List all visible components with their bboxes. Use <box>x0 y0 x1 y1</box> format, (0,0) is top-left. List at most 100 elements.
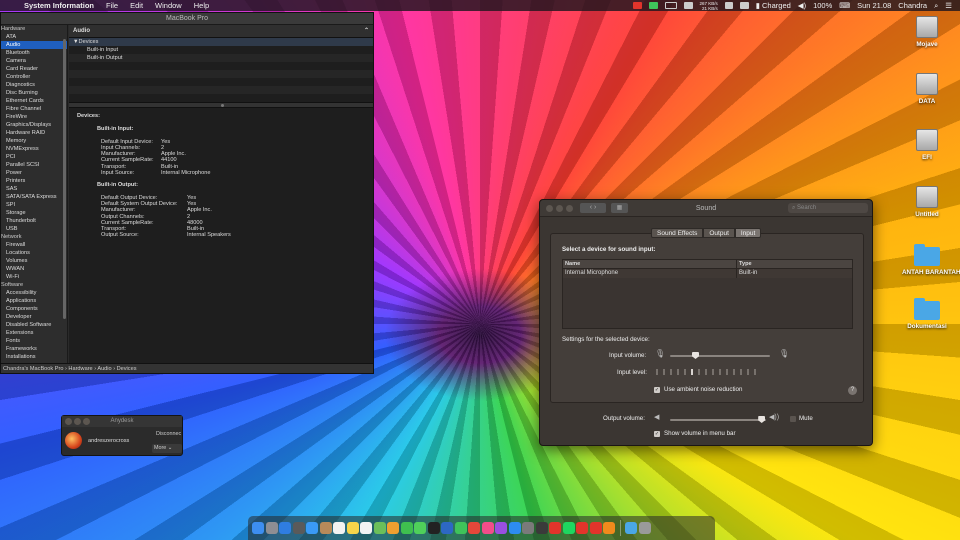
sidebar-item[interactable]: Firewall <box>1 241 67 249</box>
tab-sound-effects[interactable]: Sound Effects <box>651 228 704 238</box>
sidebar-scrollbar[interactable] <box>63 39 66 319</box>
volume-icon[interactable]: ◀) <box>798 1 806 10</box>
anydesk-3-icon[interactable] <box>589 522 602 534</box>
facetime-icon[interactable] <box>400 522 413 534</box>
sidebar-item[interactable]: FireWire <box>1 113 67 121</box>
calendar-icon[interactable] <box>333 522 345 534</box>
notification-center-icon[interactable]: ☰ <box>945 1 952 10</box>
activity-monitor-icon[interactable] <box>535 522 548 534</box>
tab-output[interactable]: Output <box>703 228 735 238</box>
show-all-grid-icon[interactable]: ▦ <box>611 203 628 213</box>
maps-icon[interactable] <box>373 522 386 534</box>
downloads-folder-icon[interactable] <box>625 522 637 534</box>
pane-splitter[interactable] <box>69 102 373 108</box>
sidebar-item[interactable]: WWAN <box>1 265 67 273</box>
contacts-icon[interactable] <box>319 522 332 534</box>
time-machine-icon[interactable] <box>683 2 693 9</box>
more-dropdown[interactable]: More ⌄ <box>152 444 182 453</box>
sidebar-category[interactable]: Software <box>1 281 67 289</box>
terminal-icon[interactable] <box>427 522 440 534</box>
chrome-icon[interactable] <box>468 522 480 534</box>
show-volume-checkbox[interactable]: ✓ <box>654 431 660 437</box>
sidebar-item[interactable]: Extensions <box>1 329 67 337</box>
launchpad-icon[interactable] <box>265 522 278 534</box>
sidebar-item[interactable]: Developer <box>1 313 67 321</box>
sidebar-item[interactable]: Card Reader <box>1 65 67 73</box>
column-name[interactable]: Name <box>563 260 737 268</box>
column-header[interactable]: Audio ⌃ <box>69 25 373 38</box>
sidebar-category[interactable]: Network <box>1 233 67 241</box>
spotlight-icon[interactable]: ⌕ <box>934 1 938 11</box>
anydesk-icon[interactable] <box>549 522 561 534</box>
table-row[interactable]: Internal Microphone Built-in <box>563 269 852 278</box>
input-source-icon[interactable]: ⌨ <box>839 1 850 10</box>
whatsapp-icon[interactable] <box>454 522 467 534</box>
sidebar-item[interactable]: Accessibility <box>1 289 67 297</box>
zoom-button[interactable] <box>83 418 90 425</box>
messages-icon[interactable] <box>414 522 426 534</box>
output-volume-thumb[interactable] <box>758 416 766 423</box>
noise-reduction-checkbox[interactable]: ✓ <box>654 387 660 393</box>
desktop-icon-untitled[interactable]: Untitled <box>902 186 952 218</box>
desktop-icon-data[interactable]: DATA <box>902 73 952 105</box>
input-volume-track[interactable] <box>670 355 770 357</box>
photos-icon[interactable] <box>387 522 399 534</box>
app-store-icon[interactable] <box>508 522 521 534</box>
minimize-button[interactable] <box>74 418 81 425</box>
system-preferences-icon[interactable] <box>522 522 534 534</box>
tree-item-built-in-output[interactable]: Built-in Output <box>69 54 373 62</box>
search-field[interactable]: ⌕ Search <box>788 203 868 213</box>
notes-icon[interactable] <box>346 522 359 534</box>
sidebar-item[interactable]: Frameworks <box>1 345 67 353</box>
anydesk-status-icon[interactable] <box>632 2 642 9</box>
sidebar-item[interactable]: Printers <box>1 177 67 185</box>
clock[interactable]: Sun 21.08 <box>857 1 891 10</box>
disconnect-button[interactable]: Disconnec <box>156 431 181 437</box>
sidebar-item[interactable]: Disc Burning <box>1 89 67 97</box>
desktop-icon-dokumentasi[interactable]: Dokumentasi <box>902 298 952 330</box>
close-button[interactable] <box>65 418 72 425</box>
column-type[interactable]: Type <box>737 260 752 268</box>
volume-percent[interactable]: 100% <box>813 1 832 10</box>
mail-icon[interactable] <box>306 522 318 534</box>
sidebar-item[interactable]: SATA/SATA Express <box>1 193 67 201</box>
anydesk-2-icon[interactable] <box>576 522 588 534</box>
desktop-icon-antah-barantah[interactable]: ANTAH BARANTAH <box>902 244 960 276</box>
sidebar-item[interactable]: Graphics/Displays <box>1 121 67 129</box>
network-speed[interactable]: 267 KB/s 21 KB/s <box>700 1 718 11</box>
sidebar-item[interactable]: Diagnostics <box>1 81 67 89</box>
sidebar-item[interactable]: Ethernet Cards <box>1 97 67 105</box>
sidebar-item[interactable]: USB <box>1 225 67 233</box>
display-status-icon[interactable] <box>664 2 677 9</box>
podcasts-icon[interactable] <box>495 522 507 534</box>
wifi-icon[interactable] <box>739 2 749 9</box>
sidebar-item[interactable]: Locations <box>1 249 67 257</box>
sidebar-item[interactable]: SAS <box>1 185 67 193</box>
sidebar-item[interactable]: Disabled Software <box>1 321 67 329</box>
itunes-icon[interactable] <box>481 522 494 534</box>
back-forward-buttons[interactable]: ‹ › <box>580 203 606 213</box>
sourcetree-icon[interactable] <box>441 522 453 534</box>
sidebar-item[interactable]: Thunderbolt <box>1 217 67 225</box>
sidebar-item[interactable]: Controller <box>1 73 67 81</box>
tab-input[interactable]: Input <box>734 228 762 238</box>
sidebar-item[interactable]: NVMExpress <box>1 145 67 153</box>
app-menu[interactable]: System Information <box>18 1 100 10</box>
menu-help[interactable]: Help <box>188 1 215 10</box>
menu-file[interactable]: File <box>100 1 124 10</box>
sidebar-item[interactable]: Installations <box>1 353 67 361</box>
spotify-icon[interactable] <box>562 522 575 534</box>
finder-icon[interactable] <box>252 522 264 534</box>
compass-icon[interactable] <box>292 522 305 534</box>
sidebar-item[interactable]: SPI <box>1 201 67 209</box>
sidebar-item[interactable]: Components <box>1 305 67 313</box>
sidebar-item[interactable]: Parallel SCSI <box>1 161 67 169</box>
sidebar-item[interactable]: Audio <box>1 41 67 49</box>
sidebar-category[interactable]: Hardware <box>1 25 67 33</box>
sidebar-item[interactable]: Applications <box>1 297 67 305</box>
sidebar-item[interactable]: Camera <box>1 57 67 65</box>
desktop-icon-mojave[interactable]: Mojave <box>902 16 952 48</box>
trash-icon[interactable] <box>638 522 651 534</box>
menu-window[interactable]: Window <box>149 1 188 10</box>
whatsapp-status-icon[interactable] <box>648 2 658 9</box>
